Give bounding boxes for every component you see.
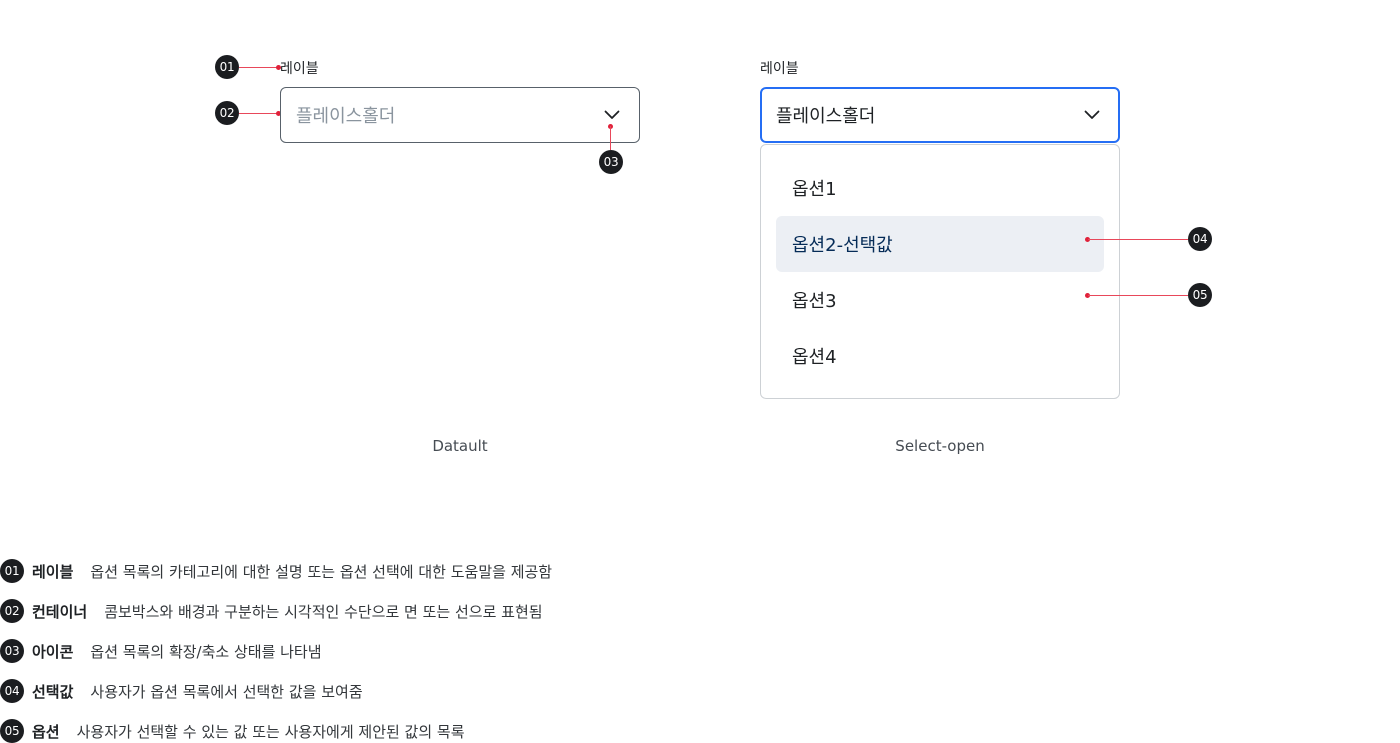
open-select-value: 플레이스홀더 (776, 106, 876, 127)
legend-marker: 02 (0, 599, 24, 623)
open-select-label: 레이블 (760, 61, 799, 77)
default-select-label: 레이블 (280, 61, 319, 77)
annotation-marker-03: 03 (599, 150, 623, 174)
annotation-marker-02: 02 (215, 101, 239, 125)
legend-row-05: 05 옵션 사용자가 선택할 수 있는 값 또는 사용자에게 제안된 값의 목록 (0, 719, 465, 743)
annotation-line-01 (239, 67, 279, 68)
legend-description: 콤보박스와 배경과 구분하는 시각적인 수단으로 면 또는 선으로 표현됨 (104, 602, 543, 621)
legend-row-03: 03 아이콘 옵션 목록의 확장/축소 상태를 나타냄 (0, 639, 322, 663)
legend-row-01: 01 레이블 옵션 목록의 카테고리에 대한 설명 또는 옵션 선택에 대한 도… (0, 559, 552, 583)
option-3[interactable]: 옵션3 (776, 272, 1104, 328)
legend-row-04: 04 선택값 사용자가 옵션 목록에서 선택한 값을 보여줌 (0, 679, 363, 703)
legend-term: 아이콘 (32, 642, 74, 661)
default-caption: Datault (432, 437, 488, 455)
annotation-marker-05: 05 (1188, 283, 1212, 307)
legend-term: 컨테이너 (32, 602, 88, 621)
annotation-marker-04: 04 (1188, 227, 1212, 251)
chevron-down-icon[interactable] (604, 110, 620, 120)
open-select-container[interactable]: 플레이스홀더 (760, 87, 1120, 143)
annotation-line-03 (610, 126, 611, 150)
option-4[interactable]: 옵션4 (776, 328, 1104, 384)
legend-term: 옵션 (32, 722, 60, 741)
option-2-selected[interactable]: 옵션2-선택값 (776, 216, 1104, 272)
annotation-line-05 (1088, 295, 1188, 296)
legend-marker: 04 (0, 679, 24, 703)
legend-description: 사용자가 옵션 목록에서 선택한 값을 보여줌 (90, 682, 363, 701)
legend-description: 사용자가 선택할 수 있는 값 또는 사용자에게 제안된 값의 목록 (76, 722, 465, 741)
legend-marker: 01 (0, 559, 24, 583)
default-select-placeholder: 플레이스홀더 (296, 106, 396, 127)
annotation-line-02 (239, 113, 279, 114)
legend-description: 옵션 목록의 카테고리에 대한 설명 또는 옵션 선택에 대한 도움말을 제공함 (90, 562, 553, 581)
legend-row-02: 02 컨테이너 콤보박스와 배경과 구분하는 시각적인 수단으로 면 또는 선으… (0, 599, 543, 623)
open-caption: Select-open (895, 437, 985, 455)
legend-term: 선택값 (32, 682, 74, 701)
options-dropdown: 옵션1 옵션2-선택값 옵션3 옵션4 (760, 144, 1120, 399)
legend-term: 레이블 (32, 562, 74, 581)
annotation-marker-01: 01 (215, 55, 239, 79)
annotation-line-04 (1088, 239, 1188, 240)
legend-marker: 05 (0, 719, 24, 743)
legend-marker: 03 (0, 639, 24, 663)
chevron-down-icon[interactable] (1084, 110, 1100, 120)
default-select-container[interactable]: 플레이스홀더 (280, 87, 640, 143)
option-1[interactable]: 옵션1 (776, 160, 1104, 216)
legend-description: 옵션 목록의 확장/축소 상태를 나타냄 (90, 642, 322, 661)
